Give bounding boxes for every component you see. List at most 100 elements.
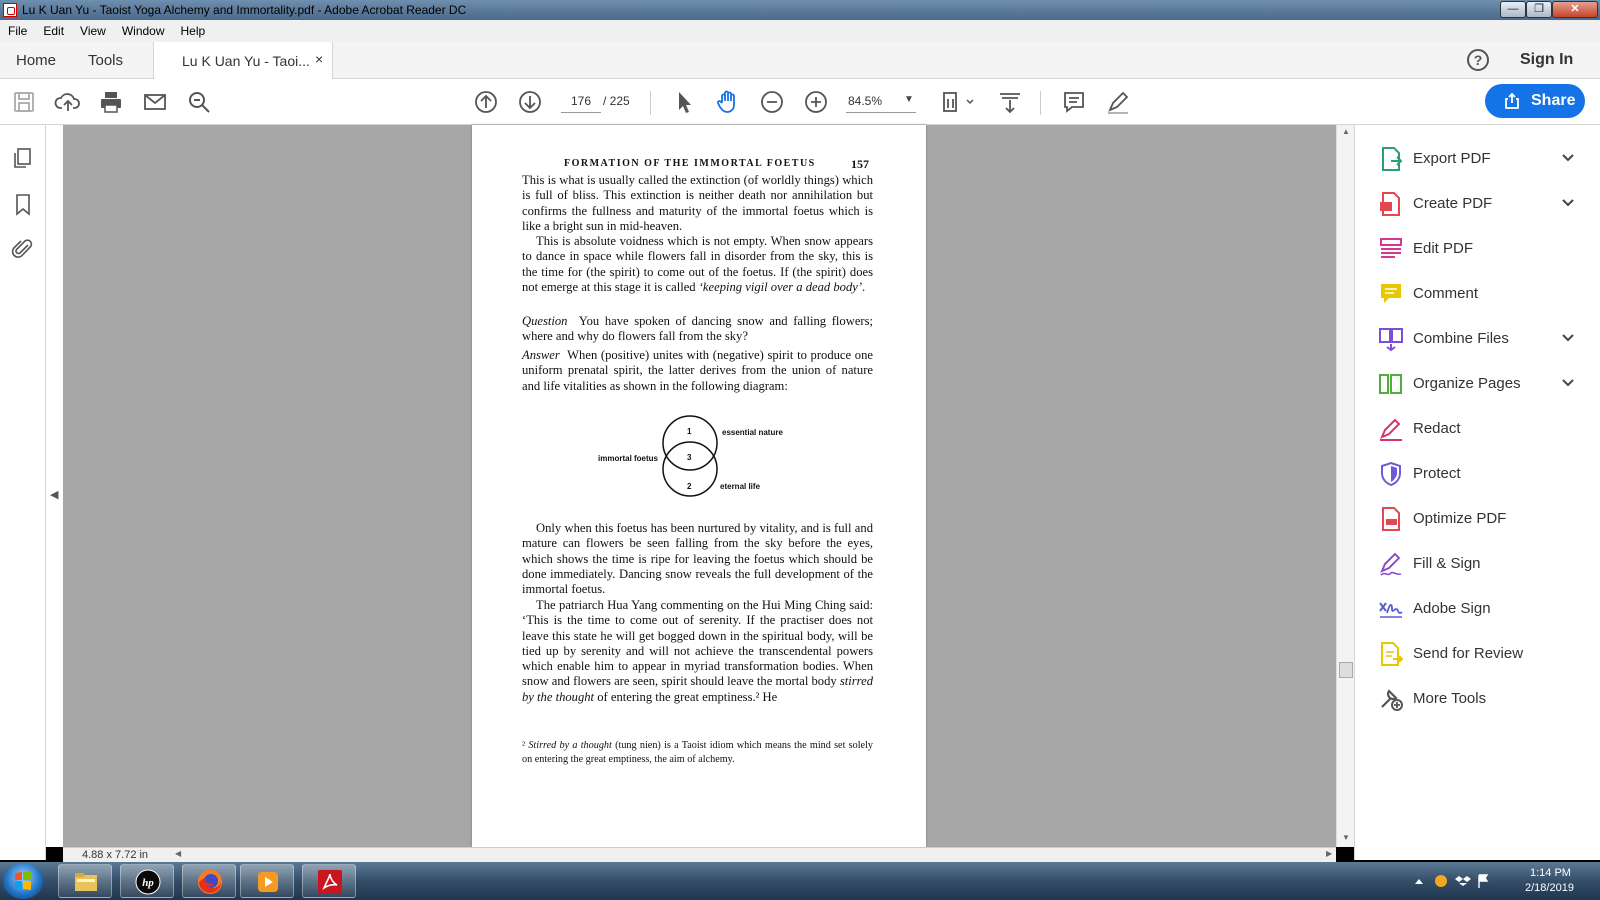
zoom-out-icon[interactable] [758,88,786,116]
page-total: / 225 [603,94,630,108]
zoom-in-icon[interactable] [802,88,830,116]
paragraph-4-end: of entering the great emptiness.² He [594,689,778,704]
question-label: Question [522,314,568,328]
tool-edit-pdf[interactable]: Edit PDF [1355,232,1600,266]
scroll-right-icon[interactable]: ▶ [1326,849,1332,858]
clock-time[interactable]: 1:14 PM [1530,867,1571,879]
menu-edit[interactable]: Edit [35,20,72,38]
select-cursor-icon[interactable] [670,88,698,116]
tool-fill-sign[interactable]: Fill & Sign [1355,547,1600,581]
scroll-down-icon[interactable]: ▼ [1342,833,1350,842]
close-tab-button[interactable]: × [315,51,323,67]
toolbar: / 225 84.5% ▼ Share [0,79,1600,125]
tool-send-for-review[interactable]: Send for Review [1355,637,1600,671]
tab-tools[interactable]: Tools [88,52,123,69]
tool-optimize-pdf[interactable]: Optimize PDF [1355,502,1600,536]
taskbar-file-explorer[interactable] [58,864,112,898]
chevron-down-icon[interactable] [1561,331,1575,345]
page-layout-icon[interactable] [940,88,978,116]
chevron-down-icon[interactable] [1561,196,1575,210]
tab-document[interactable]: Lu K Uan Yu - Taoi... × [153,42,333,79]
tool-more-tools[interactable]: More Tools [1355,682,1600,716]
email-icon[interactable] [141,88,169,116]
highlight-icon[interactable] [1104,88,1132,116]
tray-expand-icon[interactable] [1415,879,1423,884]
tools-pane: Export PDF Create PDF Edit PDF Comment Combi… [1354,125,1600,860]
close-window-button[interactable]: ✕ [1552,1,1598,18]
chevron-down-icon[interactable] [1561,151,1575,165]
redact-icon [1380,418,1402,441]
minimize-button[interactable]: — [1500,1,1526,18]
bookmarks-icon[interactable] [10,191,36,217]
page-down-icon[interactable] [516,88,544,116]
menu-view[interactable]: View [72,20,114,38]
system-tray[interactable] [1415,872,1525,890]
attachments-icon[interactable] [10,236,36,262]
taskbar-media-player[interactable] [240,864,294,898]
tray-app-icon[interactable] [1435,875,1447,887]
menu-window[interactable]: Window [114,20,173,38]
acrobat-icon [318,870,342,894]
share-icon [1505,92,1519,109]
tab-home[interactable]: Home [16,52,56,69]
taskbar-hp[interactable]: hp [120,864,174,898]
paragraph-2-italic: ‘keeping vigil over a dead body’ [698,279,863,294]
tool-label: Comment [1413,285,1479,302]
vertical-scrollbar[interactable]: ▲ ▼ [1336,125,1354,847]
print-icon[interactable] [97,88,125,116]
comment-icon[interactable] [1060,88,1088,116]
fill-sign-icon [1380,552,1402,576]
upload-icon[interactable] [54,88,82,116]
scroll-mode-icon[interactable] [996,88,1024,116]
tool-redact[interactable]: Redact [1355,412,1600,446]
save-icon[interactable] [10,88,38,116]
status-bar: 4.88 x 7.72 in ◀ ▶ [63,847,1336,862]
dropbox-icon[interactable] [1455,876,1471,886]
help-icon[interactable]: ? [1467,49,1489,71]
flag-icon[interactable] [1478,874,1489,888]
sign-in-link[interactable]: Sign In [1520,51,1573,69]
acrobat-app-icon [3,3,17,17]
page-thumbnails-icon[interactable] [10,145,36,171]
maximize-button[interactable]: ❐ [1526,1,1552,18]
hp-icon: hp [135,869,161,895]
collapse-left-pane-icon[interactable]: ◀ [50,488,58,501]
scroll-thumb[interactable] [1339,662,1353,678]
taskbar-acrobat[interactable] [302,864,356,898]
tool-export-pdf[interactable]: Export PDF [1355,142,1600,176]
menu-file[interactable]: File [0,20,35,38]
tool-adobe-sign[interactable]: Adobe Sign [1355,592,1600,626]
clock-date[interactable]: 2/18/2019 [1525,882,1574,894]
toolbar-divider [650,91,651,115]
document-tab-label: Lu K Uan Yu - Taoi... [182,53,310,69]
scroll-up-icon[interactable]: ▲ [1342,127,1350,136]
organize-pages-icon [1379,374,1402,394]
paragraph-3: Only when this foetus has been nurtured … [522,521,873,597]
hand-icon[interactable] [714,88,742,116]
tool-comment[interactable]: Comment [1355,277,1600,311]
send-review-icon [1381,642,1404,666]
chevron-down-icon[interactable] [1561,376,1575,390]
start-button[interactable] [3,863,43,899]
menu-help[interactable]: Help [173,20,214,38]
tool-combine-files[interactable]: Combine Files [1355,322,1600,356]
search-icon[interactable] [185,88,213,116]
edit-pdf-icon [1380,238,1402,258]
create-pdf-icon [1380,192,1400,216]
share-button[interactable]: Share [1485,84,1585,118]
taskbar-firefox[interactable] [182,864,236,898]
zoom-caret-icon[interactable]: ▼ [904,94,914,105]
adobe-sign-icon [1379,602,1403,618]
answer-text: When (positive) unites with (negative) s… [522,348,873,393]
tool-protect[interactable]: Protect [1355,457,1600,491]
page-number-input[interactable] [561,89,601,113]
page-up-icon[interactable] [472,88,500,116]
paragraph-2-end: . [862,279,866,294]
pdf-page: FORMATION OF THE IMMORTAL FOETUS 157 Thi… [472,125,926,847]
comment-icon [1381,284,1401,303]
tool-create-pdf[interactable]: Create PDF [1355,187,1600,221]
tool-organize-pages[interactable]: Organize Pages [1355,367,1600,401]
header-title: FORMATION OF THE IMMORTAL FOETUS [564,158,816,169]
scroll-left-icon[interactable]: ◀ [175,849,181,858]
tool-label: Protect [1413,465,1461,482]
